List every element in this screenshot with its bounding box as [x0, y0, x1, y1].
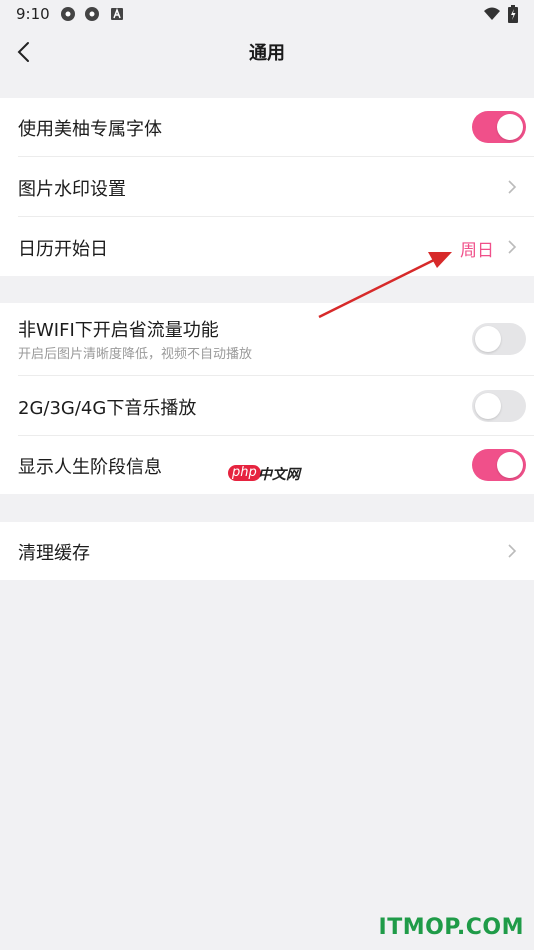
- toggle-knob: [497, 114, 523, 140]
- music-playback-toggle[interactable]: [472, 390, 526, 422]
- chevron-right-icon: [508, 240, 517, 254]
- calendar-start-day-value: 周日: [460, 241, 494, 261]
- row-label: 图片水印设置: [18, 179, 126, 200]
- row-label: 清理缓存: [18, 543, 90, 564]
- row-watermark-settings[interactable]: 图片水印设置: [0, 157, 534, 217]
- gear-icon: [85, 7, 99, 21]
- status-time: 9:10: [16, 5, 50, 23]
- gear-icon: [61, 7, 75, 21]
- php-logo-watermark: php: [228, 465, 261, 481]
- toggle-knob: [475, 326, 501, 352]
- battery-icon: [508, 5, 518, 23]
- top-bar: 通用: [0, 30, 534, 74]
- settings-group-1: 使用美柚专属字体 图片水印设置 日历开始日 周日: [0, 98, 534, 276]
- row-sublabel: 开启后图片清晰度降低，视频不自动播放: [18, 347, 253, 362]
- toggle-knob: [497, 452, 523, 478]
- row-data-saver[interactable]: 非WIFI下开启省流量功能 开启后图片清晰度降低，视频不自动播放: [0, 303, 534, 376]
- status-bar: 9:10: [0, 0, 534, 30]
- life-stage-toggle[interactable]: [472, 449, 526, 481]
- a-icon: [111, 7, 123, 20]
- php-cn-watermark: 中文网: [258, 467, 300, 483]
- chevron-right-icon: [508, 544, 517, 558]
- row-music-playback[interactable]: 2G/3G/4G下音乐播放: [0, 376, 534, 436]
- row-label: 使用美柚专属字体: [18, 119, 162, 140]
- exclusive-font-toggle[interactable]: [472, 111, 526, 143]
- row-label: 2G/3G/4G下音乐播放: [18, 398, 197, 419]
- data-saver-toggle[interactable]: [472, 323, 526, 355]
- page-title: 通用: [249, 43, 285, 64]
- toggle-knob: [475, 393, 501, 419]
- site-watermark: ITMOP.COM: [378, 915, 524, 940]
- row-label: 显示人生阶段信息: [18, 457, 162, 478]
- row-calendar-start-day[interactable]: 日历开始日 周日: [0, 217, 534, 276]
- row-clear-cache[interactable]: 清理缓存: [0, 522, 534, 580]
- wifi-icon: [484, 7, 500, 20]
- settings-group-3: 清理缓存: [0, 522, 534, 580]
- row-label: 非WIFI下开启省流量功能: [18, 320, 219, 341]
- row-label: 日历开始日: [18, 239, 108, 260]
- row-exclusive-font[interactable]: 使用美柚专属字体: [0, 98, 534, 157]
- chevron-right-icon: [508, 180, 517, 194]
